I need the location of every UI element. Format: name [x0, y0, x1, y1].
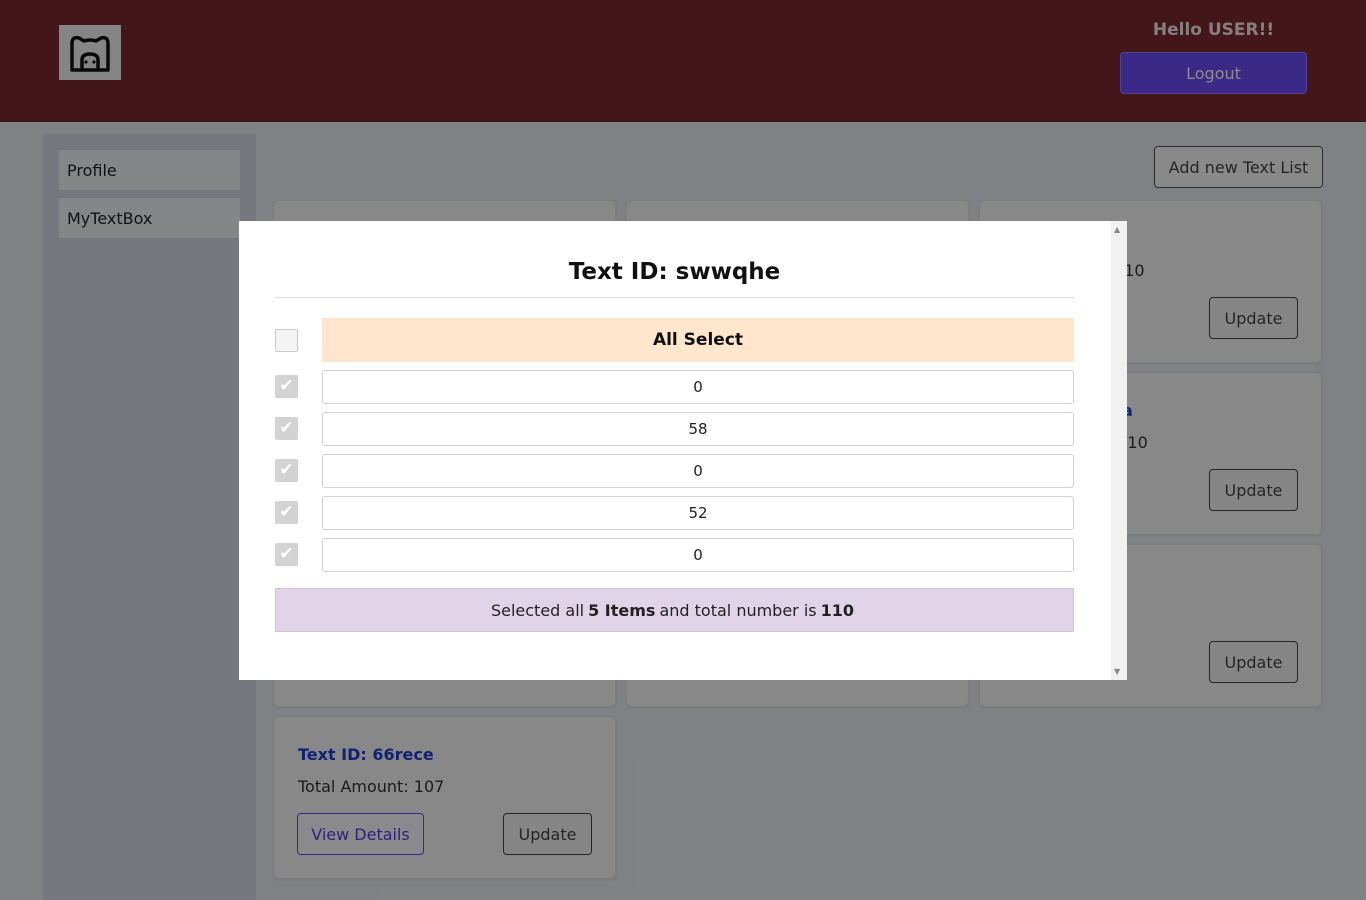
modal-divider — [275, 297, 1074, 298]
modal-scrollbar[interactable]: ▲ ▼ — [1111, 221, 1127, 680]
selection-summary: Selected all 5 Items and total number is… — [275, 588, 1074, 632]
item-value: 0 — [322, 370, 1074, 404]
all-select-header: All Select — [322, 318, 1074, 362]
check-icon: ✔ — [279, 418, 294, 438]
check-icon: ✔ — [279, 502, 294, 522]
item-checkbox[interactable]: ✔ — [275, 417, 298, 440]
item-value: 0 — [322, 538, 1074, 572]
item-value: 58 — [322, 412, 1074, 446]
text-details-modal: Text ID: swwqhe All Select ✔ 0 ✔ 58 ✔ 0 … — [239, 221, 1127, 680]
item-checkbox[interactable]: ✔ — [275, 459, 298, 482]
modal-title: Text ID: swwqhe — [568, 259, 781, 285]
select-all-checkbox[interactable] — [275, 329, 298, 352]
summary-total: 110 — [820, 600, 855, 620]
scroll-down-icon[interactable]: ▼ — [1114, 667, 1120, 676]
scroll-up-icon[interactable]: ▲ — [1114, 225, 1120, 234]
item-value: 52 — [322, 496, 1074, 530]
item-checkbox[interactable]: ✔ — [275, 501, 298, 524]
item-checkbox[interactable]: ✔ — [275, 375, 298, 398]
summary-count: 5 Items — [588, 600, 656, 620]
item-checkbox[interactable]: ✔ — [275, 543, 298, 566]
item-value: 0 — [322, 454, 1074, 488]
summary-middle: and total number is — [659, 600, 817, 620]
check-icon: ✔ — [279, 376, 294, 396]
summary-prefix: Selected all — [490, 600, 585, 620]
check-icon: ✔ — [279, 460, 294, 480]
check-icon: ✔ — [279, 544, 294, 564]
